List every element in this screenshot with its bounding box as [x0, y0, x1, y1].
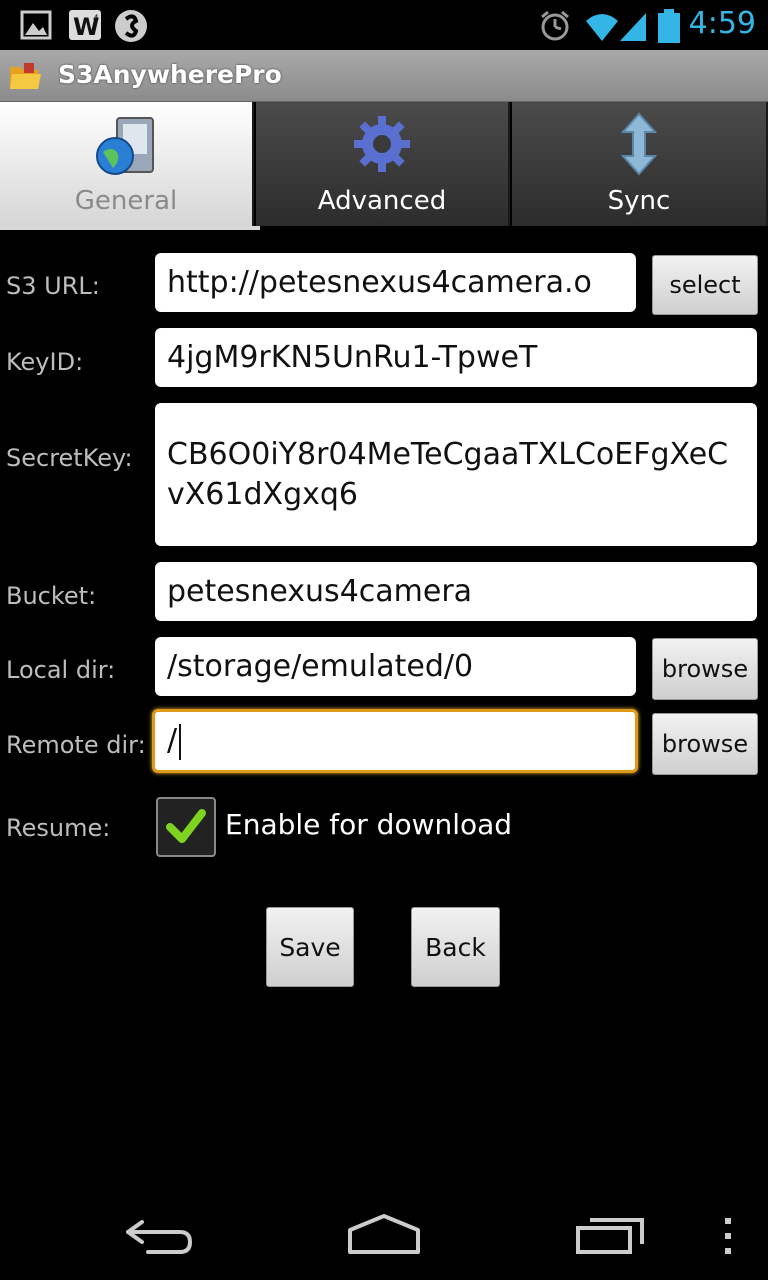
svg-text:4: 4 — [93, 14, 99, 24]
tab-general-label: General — [74, 186, 178, 216]
tab-sync-label: Sync — [607, 186, 671, 216]
resume-label: Resume: — [6, 814, 111, 842]
local-dir-label: Local dir: — [6, 656, 116, 684]
back-button[interactable]: Back — [411, 907, 500, 987]
bucket-input[interactable]: petesnexus4camera — [155, 562, 757, 621]
key-id-input[interactable]: 4jgM9rKN5UnRu1-TpweT — [155, 328, 757, 387]
wifi-icon — [586, 14, 618, 41]
signal-icon — [620, 13, 646, 41]
recents-icon[interactable] — [574, 1214, 646, 1256]
gear-icon — [354, 116, 410, 172]
s3-url-label: S3 URL: — [6, 272, 100, 300]
checkmark-icon — [166, 809, 206, 843]
server-globe-icon — [96, 117, 154, 175]
remote-dir-value: / — [167, 723, 178, 758]
app-title: S3AnywherePro — [58, 60, 282, 89]
select-button[interactable]: select — [652, 255, 758, 315]
navigation-bar — [0, 1184, 768, 1280]
back-icon[interactable] — [124, 1216, 196, 1256]
tab-advanced[interactable]: Advanced — [256, 102, 510, 226]
tab-general[interactable]: General — [0, 102, 254, 226]
battery-icon — [658, 9, 680, 43]
status-bar: W 4 4:59 — [0, 0, 768, 50]
home-icon[interactable] — [346, 1212, 422, 1254]
alarm-icon — [541, 10, 569, 41]
local-dir-input[interactable]: /storage/emulated/0 — [155, 637, 636, 696]
resume-checkbox-label[interactable]: Enable for download — [225, 808, 512, 841]
gallery-icon — [20, 10, 52, 40]
w4-icon: W 4 — [69, 10, 101, 41]
resume-checkbox[interactable] — [156, 797, 216, 857]
sync-arrows-icon — [620, 112, 658, 176]
clock: 4:59 — [688, 6, 756, 41]
secret-key-label: SecretKey: — [6, 444, 133, 472]
s3-url-input[interactable]: http://petesnexus4camera.o — [155, 253, 636, 312]
bucket-label: Bucket: — [6, 582, 97, 610]
key-id-label: KeyID: — [6, 348, 84, 376]
browse-remote-button[interactable]: browse — [652, 713, 758, 775]
tab-advanced-label: Advanced — [317, 186, 447, 216]
tab-sync[interactable]: Sync — [512, 102, 768, 226]
shazam-icon — [115, 10, 147, 42]
save-button[interactable]: Save — [266, 907, 354, 987]
text-cursor — [179, 723, 182, 760]
browse-local-button[interactable]: browse — [652, 638, 758, 700]
tab-bar: General Advanced Sync — [0, 102, 768, 228]
secret-key-input[interactable]: CB6O0iY8r04MeTeCgaaTXLCoEFgXeCvX61dXgxq6 — [155, 403, 757, 546]
tab-indicator — [0, 226, 260, 230]
menu-icon[interactable] — [722, 1216, 734, 1256]
remote-dir-input[interactable]: / — [152, 709, 638, 773]
folder-app-icon — [10, 63, 41, 89]
action-bar: S3AnywherePro — [0, 50, 768, 102]
remote-dir-label: Remote dir: — [6, 731, 146, 759]
